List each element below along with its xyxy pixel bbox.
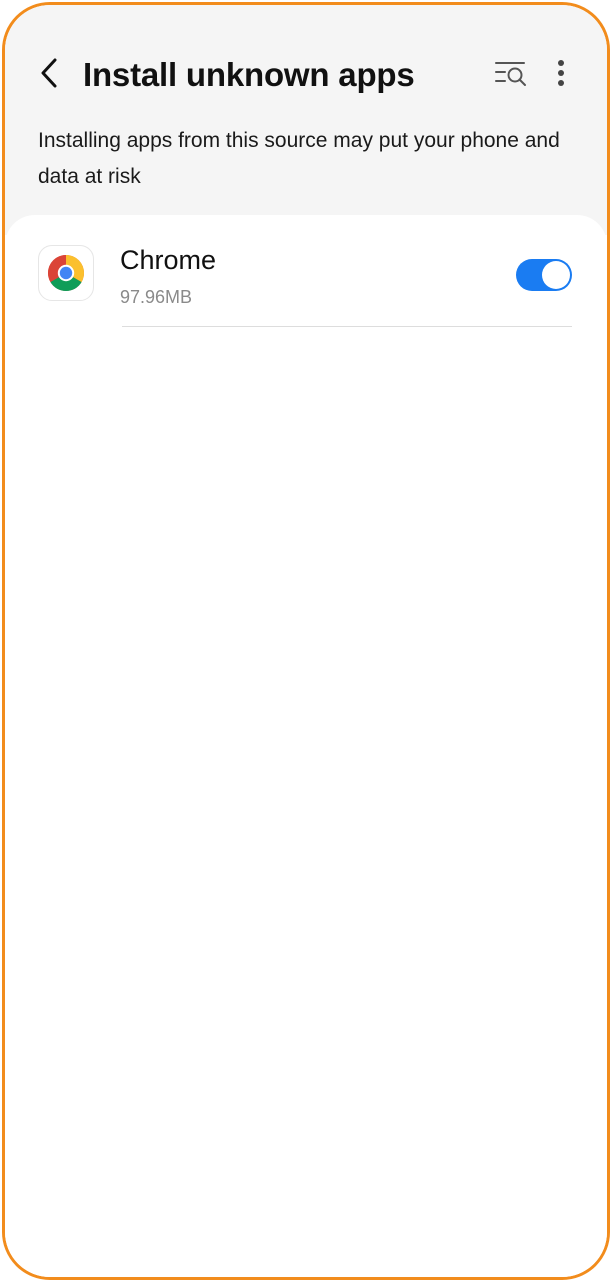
app-size: 97.96MB: [120, 287, 193, 307]
risk-warning-text: Installing apps from this source may put…: [38, 129, 560, 188]
search-button[interactable]: [489, 53, 533, 97]
toggle-knob: [542, 261, 570, 289]
list-search-icon: [494, 59, 528, 92]
list-divider: [122, 326, 572, 327]
app-name: Chrome: [120, 245, 217, 275]
app-list-card: Chrome 97.96MB: [5, 215, 607, 1277]
chrome-icon: [38, 245, 94, 301]
app-list-item-chrome[interactable]: Chrome 97.96MB: [5, 233, 607, 325]
chevron-left-icon: [37, 57, 61, 94]
page-title: Install unknown apps: [83, 56, 415, 93]
allow-install-toggle[interactable]: [516, 259, 572, 291]
header-area: Install unknown apps Installing apps fro…: [5, 5, 607, 235]
more-options-button[interactable]: [539, 53, 583, 97]
back-button[interactable]: [27, 53, 71, 97]
more-vertical-icon: [557, 59, 565, 92]
app-bar: Install unknown apps: [5, 45, 607, 105]
phone-frame: Install unknown apps Installing apps fro…: [2, 2, 610, 1280]
